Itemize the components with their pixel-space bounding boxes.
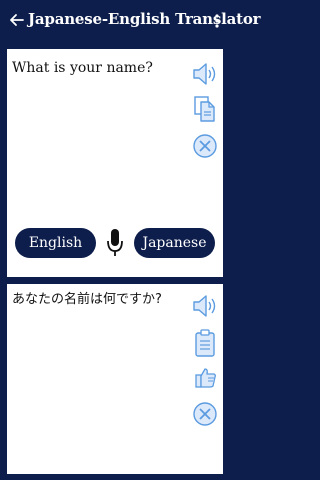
- japanese-button[interactable]: Japanese: [134, 228, 215, 258]
- input-text[interactable]: What is your name?: [12, 59, 182, 77]
- output-text: あなたの名前は何ですか?: [12, 292, 162, 307]
- clipboard-icon[interactable]: [194, 329, 216, 357]
- app-bar: Japanese-English Translator: [0, 0, 261, 40]
- copy-icon[interactable]: [193, 95, 217, 123]
- clear-icon[interactable]: [193, 402, 217, 426]
- english-button[interactable]: English: [15, 228, 96, 258]
- share-icon[interactable]: [194, 366, 218, 390]
- more-options-icon[interactable]: [214, 13, 220, 29]
- input-card: What is your name? English Japanese: [7, 49, 223, 277]
- back-arrow-icon[interactable]: [9, 11, 25, 29]
- speaker-icon[interactable]: [191, 61, 219, 87]
- output-card: あなたの名前は何ですか?: [7, 284, 223, 474]
- app-title: Japanese-English Translator: [28, 10, 261, 28]
- speaker-icon[interactable]: [191, 293, 219, 319]
- microphone-icon[interactable]: [106, 228, 124, 258]
- clear-icon[interactable]: [193, 134, 217, 158]
